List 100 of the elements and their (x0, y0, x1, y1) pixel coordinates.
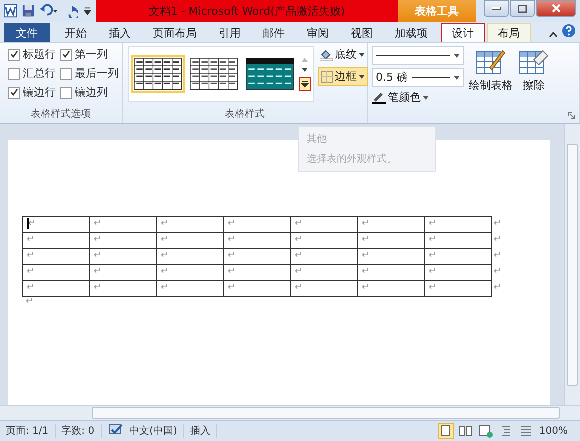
border-grid-icon (321, 70, 333, 82)
close-icon (552, 4, 560, 13)
checkbox[interactable]: 最后一列 (60, 66, 126, 81)
row-end-mark: ↵ (492, 248, 506, 264)
table-cell[interactable]: ↵ (358, 280, 424, 296)
dialog-launcher-icon[interactable] (568, 112, 575, 119)
table-cell[interactable]: ↵ (224, 232, 290, 248)
table-cell[interactable]: ↵ (224, 248, 290, 264)
tooltip-title: 其他 (307, 132, 328, 146)
table-cell[interactable]: ↵ (22, 280, 90, 296)
print-layout-icon[interactable] (439, 424, 454, 438)
table-cell[interactable]: ↵ (424, 280, 492, 296)
vertical-scrollbar[interactable] (564, 124, 580, 405)
save-icon[interactable] (22, 4, 36, 18)
ribbon-tab[interactable]: 插入 (98, 23, 142, 42)
web-layout-icon[interactable] (479, 424, 494, 438)
table-cell[interactable]: ↵ (424, 216, 492, 232)
borders-button[interactable]: 边框 (318, 67, 368, 86)
pen-color-button[interactable]: 笔颜色 (372, 90, 464, 105)
line-style-dropdown[interactable] (372, 46, 464, 65)
table-style-thumbnail[interactable] (131, 55, 185, 93)
more-styles-button[interactable] (299, 77, 311, 91)
reading-view-icon[interactable] (459, 424, 474, 438)
ribbon-tab[interactable]: 页面布局 (142, 23, 208, 42)
table-style-thumbnail[interactable] (243, 55, 297, 93)
caret-icon (359, 52, 365, 56)
page-count[interactable]: 页面: 1/1 (6, 424, 56, 438)
ribbon-tab[interactable]: 设计 (441, 23, 485, 42)
table-cell[interactable]: ↵ (290, 232, 358, 248)
table-cell[interactable]: ↵ (424, 232, 492, 248)
ribbon-tab[interactable]: 文件 (4, 23, 50, 42)
minimize-icon (492, 7, 501, 10)
table-cell[interactable]: ↵ (290, 216, 358, 232)
table-cell[interactable]: ↵ (290, 248, 358, 264)
table-style-thumbnail[interactable] (187, 55, 241, 93)
table-cell[interactable]: ↵ (90, 232, 156, 248)
horizontal-scrollbar[interactable] (0, 405, 580, 420)
table-cell[interactable]: ↵ (156, 264, 224, 280)
table-cell[interactable]: ↵ (22, 216, 90, 232)
checkbox[interactable]: 汇总行 (8, 66, 56, 81)
ribbon-tab[interactable]: 加载项 (384, 23, 439, 42)
table-cell[interactable]: ↵ (156, 248, 224, 264)
table-cell[interactable]: ↵ (290, 280, 358, 296)
ribbon-tab[interactable]: 审阅 (296, 23, 340, 42)
language-indicator[interactable]: 中文(中国) (130, 424, 184, 438)
checkbox[interactable]: 镶边列 (60, 85, 126, 100)
shading-button[interactable]: 底纹 (318, 46, 368, 63)
table-cell[interactable]: ↵ (90, 248, 156, 264)
ribbon-tab[interactable]: 引用 (208, 23, 252, 42)
table-cell[interactable]: ↵ (156, 216, 224, 232)
line-weight-dropdown[interactable]: 0.5 磅 (372, 68, 464, 87)
table-pencil-icon (476, 48, 506, 76)
word-app-icon[interactable] (4, 4, 18, 18)
table-cell[interactable]: ↵ (290, 264, 358, 280)
table-cell[interactable]: ↵ (22, 264, 90, 280)
table-cell[interactable]: ↵ (156, 232, 224, 248)
insert-mode[interactable]: 插入 (190, 424, 218, 438)
table-cell[interactable]: ↵ (424, 264, 492, 280)
zoom-level[interactable]: 100% (539, 426, 574, 436)
table-cell[interactable]: ↵ (358, 264, 424, 280)
checkbox[interactable]: 镶边行 (8, 85, 56, 100)
table-cell[interactable]: ↵ (156, 280, 224, 296)
row-end-mark: ↵ (492, 232, 506, 248)
ribbon-tab[interactable]: 邮件 (252, 23, 296, 42)
minimize-ribbon-icon[interactable] (549, 32, 558, 38)
undo-icon[interactable] (40, 4, 60, 18)
ribbon-tab[interactable]: 开始 (54, 23, 98, 42)
row-end-mark: ↵ (492, 264, 506, 280)
group-label: 表格样式 (224, 108, 266, 122)
group-label: 表格样式选项 (30, 108, 92, 122)
table-cell[interactable]: ↵ (90, 280, 156, 296)
table-cell[interactable]: ↵ (424, 248, 492, 264)
table-cell[interactable]: ↵ (22, 232, 90, 248)
draw-table-button[interactable]: 绘制表格 (468, 46, 514, 105)
maximize-icon (518, 4, 527, 12)
ribbon-tab[interactable]: 视图 (340, 23, 384, 42)
table-cell[interactable]: ↵ (358, 248, 424, 264)
checkbox[interactable]: 第一列 (60, 47, 126, 62)
table-cell[interactable]: ↵ (22, 248, 90, 264)
window-title: 文档1 - Microsoft Word(产品激活失败) (148, 4, 346, 18)
table-cell[interactable]: ↵ (358, 216, 424, 232)
paint-bucket-icon (320, 48, 333, 60)
close-button[interactable] (536, 0, 576, 17)
help-icon[interactable] (562, 24, 576, 38)
minimize-button[interactable] (484, 0, 509, 17)
table-cell[interactable]: ↵ (90, 216, 156, 232)
checkbox[interactable]: 标题行 (8, 47, 56, 62)
draft-view-icon[interactable] (519, 424, 534, 438)
table-cell[interactable]: ↵ (358, 232, 424, 248)
maximize-button[interactable] (510, 0, 535, 17)
table-cell[interactable]: ↵ (224, 280, 290, 296)
table-cell[interactable]: ↵ (224, 216, 290, 232)
ribbon-tab[interactable]: 布局 (487, 23, 531, 42)
table-cell[interactable]: ↵ (90, 264, 156, 280)
word-count[interactable]: 字数: 0 (62, 424, 102, 438)
table-cell[interactable]: ↵ (224, 264, 290, 280)
eraser-button[interactable]: 擦除 (518, 46, 550, 105)
tooltip-text: 选择表的外观样式。 (307, 152, 398, 166)
pen-icon (372, 92, 386, 104)
scroll-down-icon[interactable] (301, 67, 309, 73)
